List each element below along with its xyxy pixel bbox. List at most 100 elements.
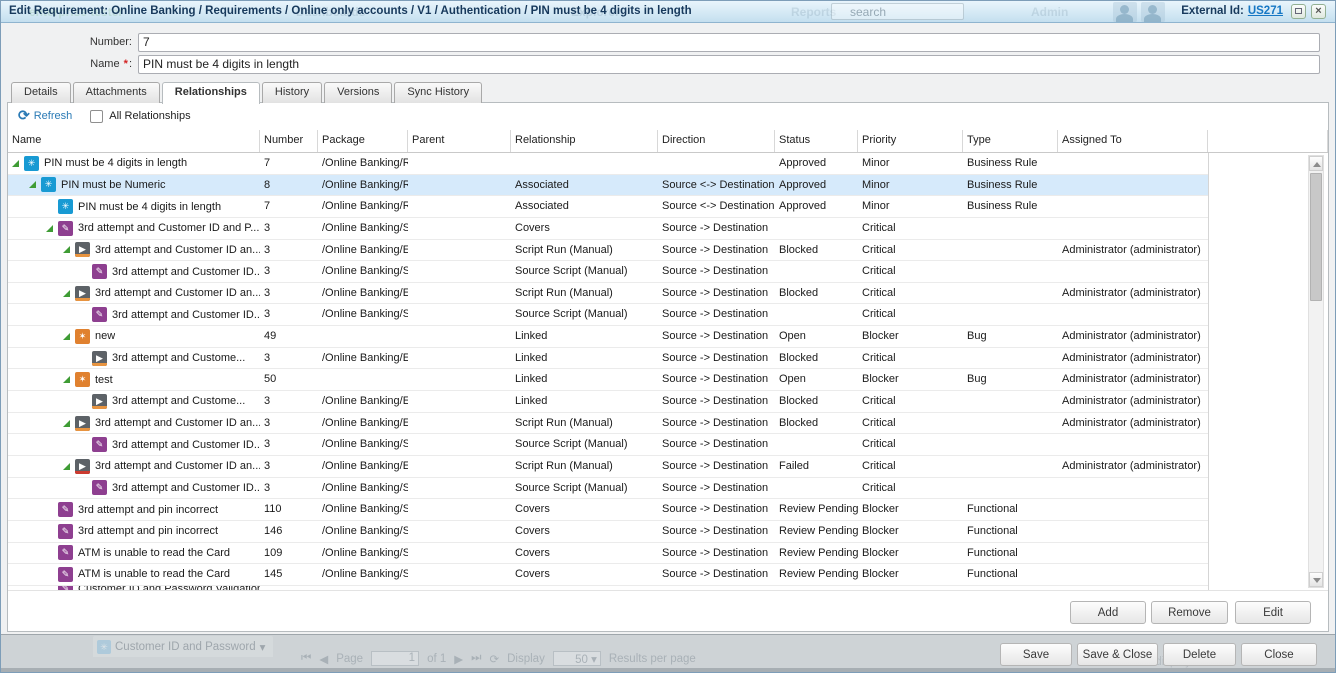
column-header-priority[interactable]: Priority xyxy=(858,130,963,152)
table-row[interactable]: ✳PIN must be Numeric8/Online Banking/Req… xyxy=(8,175,1208,197)
parent-cell xyxy=(408,456,511,477)
number-cell: 145 xyxy=(260,564,318,585)
parent-cell xyxy=(408,369,511,390)
refresh-icon: ⟳ xyxy=(18,109,30,122)
table-row[interactable]: ✎3rd attempt and pin incorrect110/Online… xyxy=(8,499,1208,521)
table-row[interactable]: ▶3rd attempt and Custome...3/Online Bank… xyxy=(8,348,1208,370)
table-row[interactable]: ✎3rd attempt and pin incorrect146/Online… xyxy=(8,521,1208,543)
number-cell: 49 xyxy=(260,326,318,347)
relationship-cell: Linked xyxy=(511,326,658,347)
column-header-direction[interactable]: Direction xyxy=(658,130,775,152)
tree-expand-arrow[interactable] xyxy=(63,246,75,253)
delete-button[interactable]: Delete xyxy=(1163,643,1236,666)
save-and-close-button[interactable]: Save & Close xyxy=(1077,643,1158,666)
first-page-icon: ⏮ xyxy=(301,652,311,665)
column-header-type[interactable]: Type xyxy=(963,130,1058,152)
column-header-assigned-to[interactable]: Assigned To xyxy=(1058,130,1208,152)
relationship-cell: Script Run (Manual) xyxy=(511,283,658,304)
table-row[interactable]: ▶3rd attempt and Customer ID an...3/Onli… xyxy=(8,413,1208,435)
all-relationships-checkbox[interactable] xyxy=(90,110,103,123)
table-row[interactable]: ✶new49LinkedSource -> DestinationOpenBlo… xyxy=(8,326,1208,348)
number-cell: 3 xyxy=(260,218,318,239)
parent-cell xyxy=(408,564,511,585)
tab-sync-history[interactable]: Sync History xyxy=(394,82,482,103)
priority-cell: Critical xyxy=(858,478,963,499)
status-cell: Blocked xyxy=(775,348,858,369)
remove-button[interactable]: Remove xyxy=(1151,601,1228,624)
relationship-cell: Associated xyxy=(511,175,658,196)
row-name: 3rd attempt and Customer ID an... xyxy=(95,460,260,472)
tree-expand-arrow[interactable] xyxy=(63,420,75,427)
refresh-button[interactable]: ⟳ Refresh xyxy=(18,109,72,122)
close-icon[interactable]: × xyxy=(1311,4,1326,19)
tree-expand-arrow[interactable] xyxy=(63,463,75,470)
table-row[interactable]: ✎3rd attempt and Customer ID and P...3/O… xyxy=(8,218,1208,240)
assignedto-cell xyxy=(1058,261,1208,282)
relationship-cell xyxy=(511,153,658,174)
edit-button[interactable]: Edit xyxy=(1235,601,1311,624)
tree-indent xyxy=(8,184,29,185)
table-row[interactable]: ▶3rd attempt and Custome...3/Online Bank… xyxy=(8,391,1208,413)
name-cell: ▶3rd attempt and Customer ID an... xyxy=(8,456,260,477)
table-row[interactable]: ✶test50LinkedSource -> DestinationOpenBl… xyxy=(8,369,1208,391)
table-row[interactable]: ✎ATM is unable to read the Card145/Onlin… xyxy=(8,564,1208,586)
tree-indent xyxy=(8,249,63,250)
table-row[interactable]: ✎3rd attempt and Customer ID...3/Online … xyxy=(8,304,1208,326)
tab-versions[interactable]: Versions xyxy=(324,82,392,103)
column-header-name[interactable]: Name xyxy=(8,130,260,152)
tab-details[interactable]: Details xyxy=(11,82,71,103)
tree-expand-arrow[interactable] xyxy=(12,160,24,167)
table-row[interactable]: ▶3rd attempt and Customer ID an...3/Onli… xyxy=(8,283,1208,305)
scroll-down-icon[interactable] xyxy=(1309,572,1323,587)
tab-relationships[interactable]: Relationships xyxy=(162,82,260,104)
column-header-status[interactable]: Status xyxy=(775,130,858,152)
table-row[interactable]: ✎3rd attempt and Customer ID...3/Online … xyxy=(8,261,1208,283)
grid-rows: ✳PIN must be 4 digits in length7/Online … xyxy=(8,153,1209,592)
number-field[interactable] xyxy=(138,33,1320,52)
tab-attachments[interactable]: Attachments xyxy=(73,82,160,103)
column-header-parent[interactable]: Parent xyxy=(408,130,511,152)
tab-history[interactable]: History xyxy=(262,82,322,103)
tree-expand-arrow[interactable] xyxy=(63,290,75,297)
table-row[interactable]: ✎ATM is unable to read the Card109/Onlin… xyxy=(8,543,1208,565)
type-cell xyxy=(963,434,1058,455)
table-row[interactable]: ✳PIN must be 4 digits in length7/Online … xyxy=(8,196,1208,218)
assignedto-cell xyxy=(1058,478,1208,499)
column-header-number[interactable]: Number xyxy=(260,130,318,152)
tree-expand-arrow[interactable] xyxy=(46,225,58,232)
maximize-icon[interactable] xyxy=(1291,4,1306,19)
table-row[interactable]: ✎3rd attempt and Customer ID...3/Online … xyxy=(8,434,1208,456)
expanded-arrow-icon xyxy=(63,290,70,297)
assignedto-cell xyxy=(1058,499,1208,520)
column-header-relationship[interactable]: Relationship xyxy=(511,130,658,152)
refresh-icon: ⟳ xyxy=(489,652,499,666)
vertical-scrollbar[interactable] xyxy=(1308,155,1324,588)
row-name: 3rd attempt and Custome... xyxy=(112,352,245,364)
table-row[interactable]: ✎3rd attempt and Customer ID...3/Online … xyxy=(8,478,1208,500)
table-row[interactable]: ✳PIN must be 4 digits in length7/Online … xyxy=(8,153,1208,175)
scroll-up-icon[interactable] xyxy=(1309,156,1323,171)
table-row[interactable]: ▶3rd attempt and Customer ID an...3/Onli… xyxy=(8,240,1208,262)
relationship-cell: Linked xyxy=(511,348,658,369)
scrollbar-thumb[interactable] xyxy=(1310,173,1322,301)
row-name: PIN must be Numeric xyxy=(61,179,166,191)
add-button[interactable]: Add xyxy=(1070,601,1146,624)
tree-expand-arrow[interactable] xyxy=(63,376,75,383)
assignedto-cell xyxy=(1058,218,1208,239)
script-icon: ✎ xyxy=(92,480,107,495)
close-button[interactable]: Close xyxy=(1241,643,1317,666)
status-bar xyxy=(75,471,90,474)
name-field[interactable] xyxy=(138,55,1320,74)
save-button[interactable]: Save xyxy=(1000,643,1072,666)
column-header-package[interactable]: Package xyxy=(318,130,408,152)
tree-expand-arrow[interactable] xyxy=(63,333,75,340)
priority-cell: Critical xyxy=(858,434,963,455)
row-name: new xyxy=(95,330,115,342)
prev-page-icon: ◀ xyxy=(319,652,328,666)
tree-expand-arrow[interactable] xyxy=(29,181,41,188)
type-cell: Functional xyxy=(963,521,1058,542)
background-search-input: search xyxy=(831,3,964,20)
external-id-link[interactable]: US271 xyxy=(1248,5,1283,17)
table-row[interactable]: ▶3rd attempt and Customer ID an...3/Onli… xyxy=(8,456,1208,478)
dialog-title: Edit Requirement: Online Banking / Requi… xyxy=(9,5,692,17)
